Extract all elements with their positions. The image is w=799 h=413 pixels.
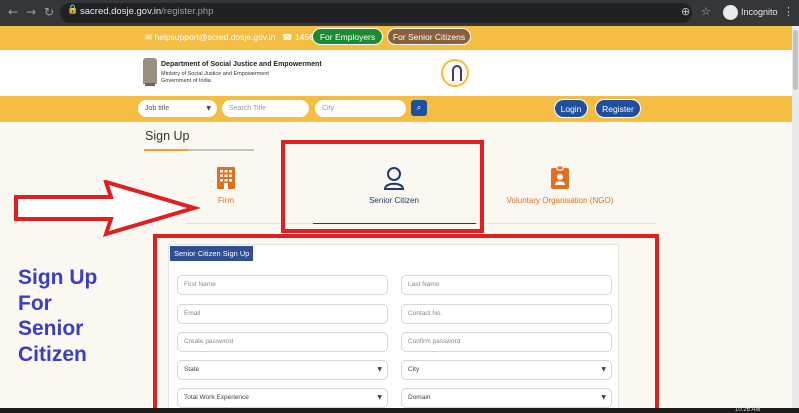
back-icon[interactable]: ← (8, 5, 18, 19)
national-emblem-logo[interactable] (143, 58, 157, 86)
page-title: Sign Up (145, 129, 190, 143)
site-header: Department of Social Justice and Empower… (0, 50, 792, 96)
tab-ngo[interactable]: Voluntary Organisation (NGO) (490, 166, 630, 205)
incognito-avatar-icon[interactable] (723, 5, 738, 20)
support-email[interactable]: ✉ helpsupport@scred.dosje.gov.in (145, 32, 275, 43)
job-title-select[interactable]: Job title ▼ (138, 100, 217, 117)
incognito-label[interactable]: Incognito (741, 7, 778, 17)
title-underline (144, 149, 254, 151)
tab-ngo-label: Voluntary Organisation (NGO) (506, 196, 614, 205)
annotation-line: Senior (18, 317, 84, 340)
search-button[interactable]: ⌕ (411, 100, 427, 116)
search-bar: Job title ▼ Search Title City ⌕ Login Reg… (0, 96, 792, 122)
forward-icon[interactable]: → (26, 5, 36, 19)
os-taskbar: 10:26 AM (0, 407, 799, 413)
register-button[interactable]: Register (595, 99, 641, 118)
building-icon (217, 167, 235, 189)
annotation-highlight-form (153, 234, 659, 413)
for-senior-citizens-button[interactable]: For Senior Citizens (387, 28, 471, 45)
search-icon: ⌕ (416, 103, 422, 112)
ministry-name: Ministry of Social Justice and Empowerme… (161, 71, 269, 77)
annotation-line: Citizen (18, 342, 87, 366)
annotation-caption: Sign Up For Senior Citizen (18, 265, 97, 367)
top-contact-bar: ✉ helpsupport@scred.dosje.gov.in ☎ 14567… (0, 26, 799, 50)
sacred-logo[interactable] (441, 59, 469, 87)
annotation-line: For (18, 291, 52, 315)
star-icon[interactable]: ☆ (701, 5, 711, 18)
zoom-icon[interactable]: ⊕ (681, 5, 690, 18)
page-scrollbar[interactable] (792, 26, 799, 413)
url-text[interactable]: sacred.dosje.gov.in/register.php (80, 6, 213, 17)
reload-icon[interactable]: ↻ (44, 5, 54, 19)
search-title-input[interactable]: Search Title (222, 100, 309, 117)
for-employers-button[interactable]: For Employers (312, 28, 383, 45)
id-badge-icon (551, 166, 569, 189)
lock-icon[interactable]: 🔒 (67, 5, 78, 15)
browser-menu-icon[interactable]: ⋮ (783, 5, 794, 18)
taskbar-clock[interactable]: 10:26 AM (735, 407, 760, 413)
annotation-arrow-icon (14, 180, 200, 238)
chevron-down-icon: ▼ (206, 105, 211, 112)
department-name: Department of Social Justice and Empower… (161, 61, 322, 68)
annotation-highlight-tab (281, 140, 484, 233)
login-button[interactable]: Login (554, 99, 588, 118)
city-search-input[interactable]: City (315, 100, 406, 117)
annotation-line: Sign Up (18, 266, 98, 289)
scrollbar-thumb[interactable] (793, 30, 798, 90)
browser-toolbar: ← → ↻ 🔒 sacred.dosje.gov.in/register.php… (0, 0, 799, 26)
government-name: Government of India (161, 78, 211, 84)
